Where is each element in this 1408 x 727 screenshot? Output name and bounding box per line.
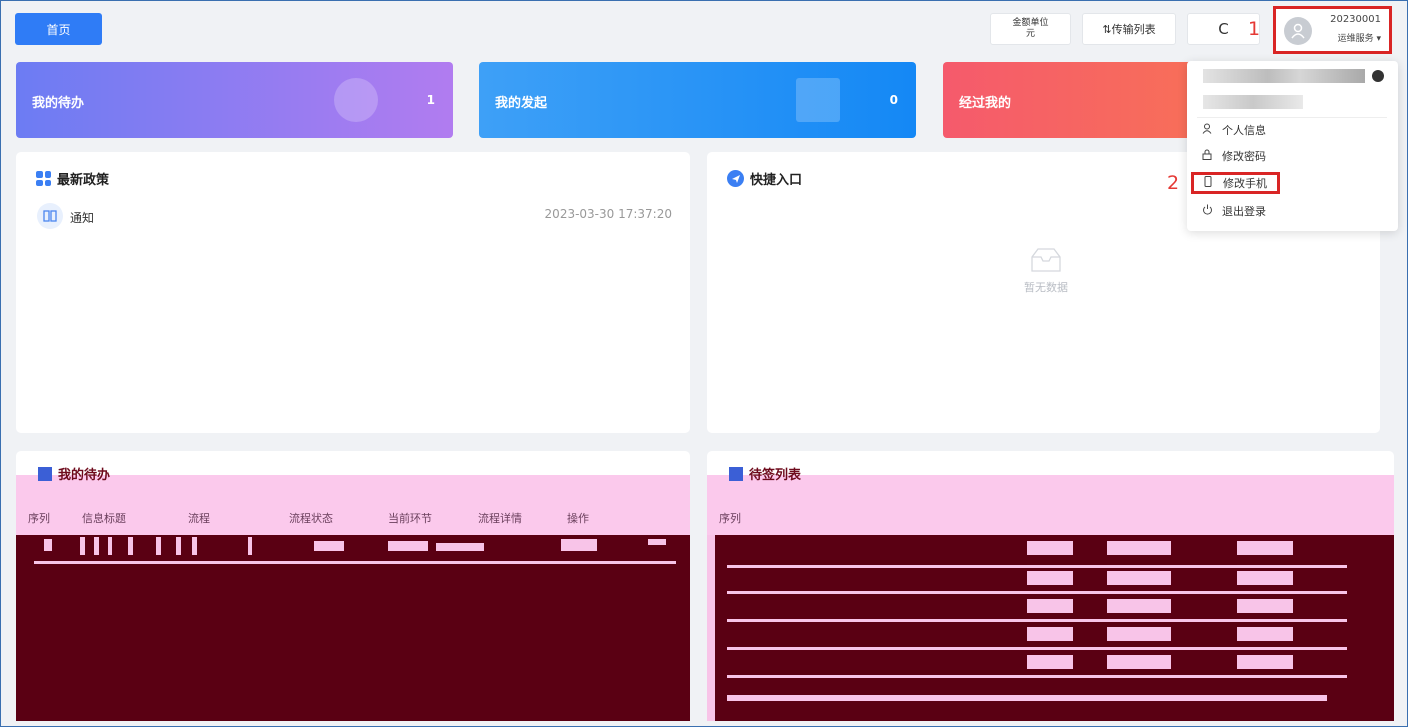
empty-state: 暂无数据 [1006, 247, 1086, 295]
person-icon [1201, 123, 1213, 137]
latest-policy-panel: 最新政策 通知 2023-03-30 17:37:20 [16, 152, 690, 433]
empty-box-icon [1031, 248, 1061, 272]
folder-icon [729, 466, 743, 481]
menu-item-label: 退出登录 [1222, 205, 1266, 218]
notice-title: 通知 [70, 211, 95, 225]
panel-title: 待签列表 [729, 464, 801, 483]
send-icon [727, 170, 744, 187]
currency-unit-button[interactable]: 金额单位 元 [990, 13, 1071, 45]
currency-unit-value: 元 [1025, 29, 1035, 39]
my-todo-list-panel: 我的待办 序列 信息标题 流程 流程状态 当前环节 流程详情 操作 [16, 451, 690, 721]
stat-card-my-initiated[interactable]: 我的发起 0 [479, 62, 916, 138]
panel-title: 快捷入口 [727, 169, 802, 188]
column-header: 序列 [719, 512, 741, 525]
divider [1197, 117, 1387, 118]
column-header: 操作 [567, 512, 589, 525]
panel-title: 最新政策 [36, 169, 109, 188]
currency-unit-label: 金额单位 [1012, 18, 1049, 28]
list-item[interactable]: 通知 2023-03-30 17:37:20 [37, 203, 672, 231]
stat-count: 0 [889, 93, 898, 107]
list-icon [38, 466, 52, 481]
user-menu-trigger[interactable]: 20230001 运维服务 ▾ [1273, 6, 1392, 54]
menu-item-profile[interactable]: 个人信息 [1201, 119, 1381, 141]
power-icon [1201, 204, 1213, 218]
annotation-marker-2: 2 [1167, 172, 1180, 194]
refresh-icon: C [1218, 20, 1229, 38]
verified-icon [1372, 70, 1384, 82]
wait-list-title-text: 待签列表 [749, 468, 802, 483]
lock-icon [1201, 149, 1213, 163]
list-header [707, 475, 1394, 535]
book-icon [37, 203, 63, 229]
stat-label: 我的待办 [32, 96, 85, 111]
user-role: 运维服务 ▾ [1337, 34, 1381, 44]
menu-item-label: 修改手机 [1223, 177, 1267, 190]
column-header: 信息标题 [82, 512, 126, 525]
policy-title-text: 最新政策 [57, 173, 110, 188]
stat-label: 我的发起 [495, 96, 548, 111]
home-tab-button[interactable]: 首页 [15, 13, 102, 45]
menu-item-label: 个人信息 [1222, 124, 1266, 137]
table-body [16, 535, 690, 721]
avatar [1284, 17, 1312, 45]
list-header [16, 475, 690, 535]
column-header: 流程状态 [289, 512, 333, 525]
stat-label: 经过我的 [959, 96, 1012, 111]
annotation-marker-1: 1 [1248, 18, 1261, 40]
quick-title-text: 快捷入口 [750, 173, 803, 188]
upload-icon [796, 78, 840, 122]
menu-item-label: 修改密码 [1222, 150, 1266, 163]
column-header: 流程详情 [478, 512, 522, 525]
user-id: 20230001 [1330, 14, 1381, 25]
phone-icon [1202, 176, 1214, 190]
transfer-list-button[interactable]: ⇅传输列表 [1082, 13, 1176, 45]
stat-count: 1 [426, 93, 435, 107]
column-header: 序列 [28, 512, 50, 525]
table-body [707, 535, 1394, 721]
panel-title: 我的待办 [38, 464, 110, 483]
stat-card-my-todo[interactable]: 我的待办 1 [16, 62, 453, 138]
redacted-username [1203, 69, 1365, 83]
empty-text: 暂无数据 [1024, 281, 1068, 294]
user-icon [1291, 23, 1305, 39]
top-bar: 首页 金额单位 元 ⇅传输列表 C 1 20230001 运维服务 ▾ [1, 1, 1407, 54]
grid-icon [36, 171, 51, 186]
column-header: 当前环节 [388, 512, 432, 525]
pending-sign-list-panel: 待签列表 序列 [707, 451, 1394, 721]
column-header: 流程 [188, 512, 210, 525]
timer-icon [334, 78, 378, 122]
user-dropdown-menu: 个人信息 修改密码 修改手机 退出登录 [1187, 61, 1398, 231]
redacted-department [1203, 95, 1303, 109]
todo-list-title-text: 我的待办 [58, 468, 111, 483]
menu-item-change-password[interactable]: 修改密码 [1201, 145, 1381, 167]
menu-item-change-phone[interactable]: 修改手机 [1191, 172, 1280, 194]
notice-time: 2023-03-30 17:37:20 [544, 207, 672, 221]
menu-item-logout[interactable]: 退出登录 [1201, 200, 1381, 222]
